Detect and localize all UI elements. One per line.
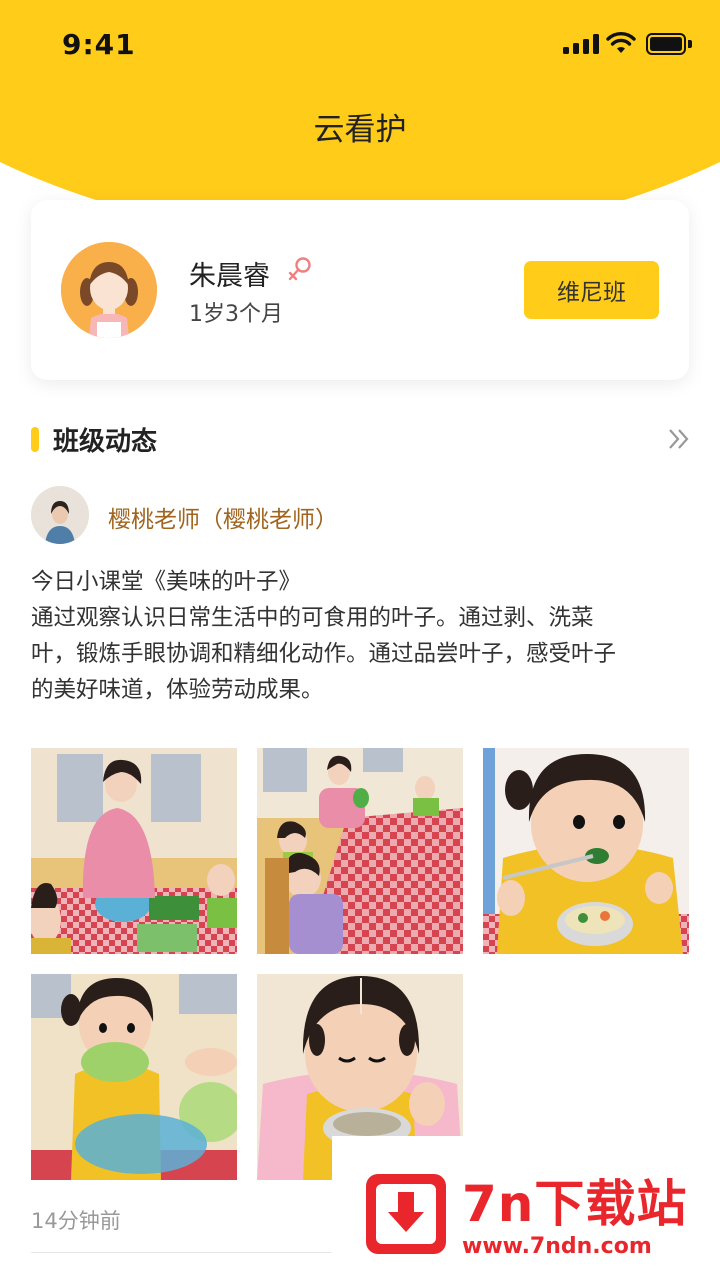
status-bar: 9:41 [0, 0, 720, 90]
double-chevron-right-icon[interactable] [667, 426, 691, 452]
cellular-signal-icon [563, 34, 599, 54]
divider [31, 1252, 331, 1253]
page-title: 云看护 [313, 112, 407, 148]
child-name: 朱晨睿 [189, 261, 270, 292]
post-photo[interactable] [31, 748, 237, 954]
watermark-url: www.7ndn.com [462, 1234, 652, 1259]
post-photo[interactable] [257, 748, 463, 954]
post-line: 今日小课堂《美味的叶子》 [31, 569, 302, 595]
teacher-avatar[interactable] [31, 486, 89, 544]
post-line: 叶，锻炼手眼协调和精细化动作。通过品尝叶子，感受叶子 [31, 641, 617, 667]
post-content: 今日小课堂《美味的叶子》 通过观察认识日常生活中的可食用的叶子。通过剥、洗菜 叶… [31, 564, 691, 708]
teacher-name[interactable]: 樱桃老师（樱桃老师） [108, 500, 338, 534]
child-avatar [61, 242, 157, 338]
wifi-icon [606, 32, 636, 53]
child-age: 1岁3个月 [189, 302, 283, 327]
class-button[interactable]: 维尼班 [524, 261, 659, 319]
watermark-title: 7n下载站 [462, 1175, 688, 1233]
post-line: 的美好味道，体验劳动成果。 [31, 677, 324, 703]
class-activity-header[interactable]: 班级动态 [31, 418, 689, 462]
watermark: 7n下载站 www.7ndn.com [332, 1136, 720, 1280]
female-icon [288, 257, 311, 281]
download-arrow-icon [366, 1174, 446, 1254]
post-line: 通过观察认识日常生活中的可食用的叶子。通过剥、洗菜 [31, 605, 594, 631]
post-photo[interactable] [483, 748, 689, 954]
post-photo[interactable] [31, 974, 237, 1180]
post-timestamp: 14分钟前 [31, 1209, 121, 1233]
status-time: 9:41 [62, 28, 136, 61]
section-title: 班级动态 [53, 427, 158, 457]
section-accent-bar [31, 427, 39, 452]
child-profile-card[interactable]: 朱晨睿 1岁3个月 维尼班 [31, 200, 689, 380]
battery-icon [646, 33, 692, 55]
